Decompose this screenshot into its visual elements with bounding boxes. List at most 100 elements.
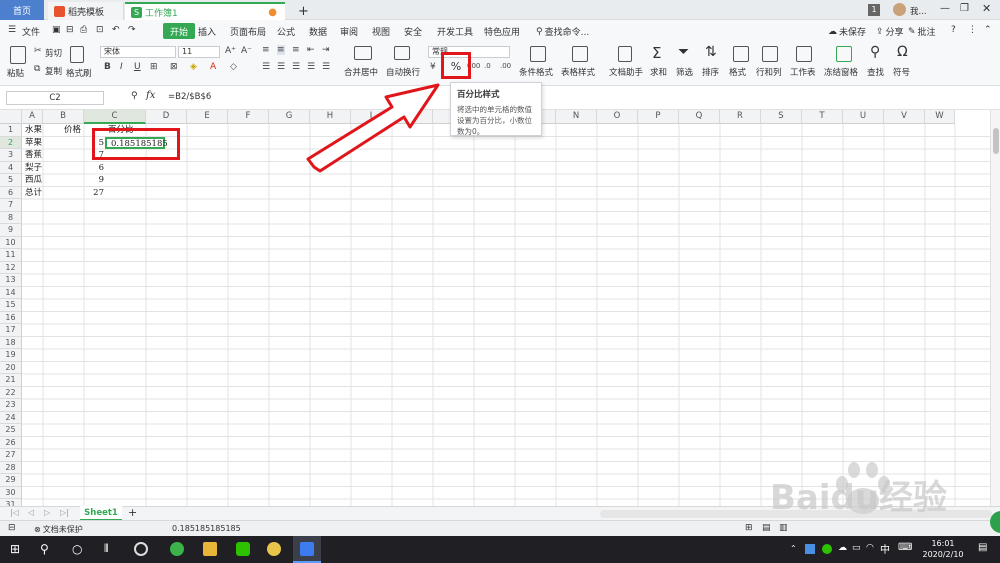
table-style-icon[interactable] [572,46,588,62]
cell-b4[interactable]: 6 [64,162,104,175]
row-header-8[interactable]: 8 [0,211,22,224]
align-center-icon[interactable]: ☰ [277,62,285,72]
save-icon[interactable]: ▣ [52,25,61,35]
find-icon[interactable]: ⚲ [870,44,880,60]
row-header-25[interactable]: 25 [0,424,22,437]
assistant-bubble-icon[interactable] [990,511,1000,533]
row-header-29[interactable]: 29 [0,474,22,487]
row-header-14[interactable]: 14 [0,286,22,299]
cell-a1[interactable]: 水果 [25,124,42,137]
freeze-panes-icon[interactable] [836,46,852,62]
row-header-30[interactable]: 30 [0,486,22,499]
row-col-button[interactable]: 行和列 [756,66,782,78]
row-col-icon[interactable] [762,46,778,62]
cell-b6[interactable]: 27 [64,187,104,200]
freeze-panes-button[interactable]: 冻结窗格 [824,66,858,78]
tray-cloud-icon[interactable]: ☁ [838,543,847,553]
increase-decimal-icon[interactable]: .0 [484,62,491,70]
tray-wechat-icon[interactable] [822,544,832,554]
table-style-button[interactable]: 表格样式 [561,66,595,78]
format-icon[interactable] [733,46,749,62]
cell-a6[interactable]: 总计 [25,187,42,200]
taskbar-browser-icon[interactable] [170,542,184,556]
align-bottom-icon[interactable]: ≡ [292,45,300,55]
row-header-17[interactable]: 17 [0,324,22,337]
row-header-20[interactable]: 20 [0,361,22,374]
view-normal-icon[interactable]: ⊞ [745,523,753,533]
row-header-28[interactable]: 28 [0,461,22,474]
spreadsheet-grid[interactable]: ABCDEFGHIJKLMNOPQRSTUVW 1234567891011121… [0,110,990,506]
annotate-button[interactable]: ✎ 批注 [908,25,936,39]
filter-button[interactable]: 筛选 [676,66,693,78]
font-color-icon[interactable]: A [210,62,216,72]
sheet-tab-sheet1[interactable]: Sheet1 [80,506,122,521]
menu-security[interactable]: 安全 [404,25,422,38]
row-header-1[interactable]: 1 [0,124,22,137]
align-middle-icon[interactable]: ≡ [277,45,285,55]
taskbar-app-icon[interactable] [267,542,281,556]
distribute-icon[interactable]: ☰ [322,62,330,72]
taskbar-app-fan-icon[interactable] [134,542,148,556]
row-header-3[interactable]: 3 [0,149,22,162]
tab-home[interactable]: 首页 [0,0,44,20]
copy-button[interactable]: 复制 [45,65,62,77]
notification-icon[interactable]: ▤ [978,542,987,553]
format-button[interactable]: 格式 [729,66,746,78]
zoom-formula-icon[interactable]: ⚲ [131,91,138,101]
row-header-19[interactable]: 19 [0,349,22,362]
filter-icon[interactable]: ⏷ [678,44,689,60]
share-button[interactable]: ⇪ 分享 [876,25,904,39]
tab-workbook[interactable]: S 工作簿1 ● [125,2,285,20]
doc-helper-button[interactable]: 文档助手 [609,66,643,78]
new-tab-button[interactable]: + [292,2,315,20]
underline-icon[interactable]: U [134,62,141,72]
column-header-q[interactable]: Q [679,110,720,124]
vertical-scroll-thumb[interactable] [993,128,999,154]
indent-right-icon[interactable]: ⇥ [322,45,330,55]
tray-app-icon[interactable] [805,544,815,554]
column-header-o[interactable]: O [597,110,638,124]
cell-a3[interactable]: 香蕉 [25,149,42,162]
select-all-corner[interactable] [0,110,22,124]
row-header-4[interactable]: 4 [0,161,22,174]
cell-a5[interactable]: 西瓜 [25,174,42,187]
menu-hamburger-icon[interactable]: ☰ [8,25,16,35]
row-header-2[interactable]: 2 [0,136,22,149]
row-header-11[interactable]: 11 [0,249,22,262]
align-right-icon[interactable]: ☰ [292,62,300,72]
sheet-nav-first-icon[interactable]: |◁ [10,508,19,517]
column-header-a[interactable]: A [22,110,43,124]
font-grow-icon[interactable]: A⁺ [225,46,236,56]
menu-developer[interactable]: 开发工具 [437,25,473,38]
minimize-icon[interactable]: — [940,3,950,14]
sort-button[interactable]: 排序 [702,66,719,78]
add-sheet-button[interactable]: + [128,506,137,519]
tray-wifi-icon[interactable]: ◠ [866,543,874,553]
column-header-p[interactable]: P [638,110,679,124]
menu-insert[interactable]: 插入 [198,25,216,38]
row-header-5[interactable]: 5 [0,174,22,187]
sheet-nav-prev-icon[interactable]: ◁ [28,508,34,517]
taskbar-search-icon[interactable]: ⚲ [40,542,54,556]
help-icon[interactable]: ? [951,25,956,35]
justify-icon[interactable]: ☰ [307,62,315,72]
menu-formula[interactable]: 公式 [277,25,295,38]
row-header-16[interactable]: 16 [0,311,22,324]
collapse-ribbon-icon[interactable]: ⌃ [984,25,992,35]
view-page-icon[interactable]: ▤ [762,523,771,533]
menu-start[interactable]: 开始 [163,23,196,39]
tab-template[interactable]: 稻壳模板 [48,2,124,20]
doc-protect-status[interactable]: ⊗ 文档未保护 [34,524,83,535]
wrap-text-icon[interactable] [394,46,410,60]
menu-page-layout[interactable]: 页面布局 [230,25,266,38]
cut-button[interactable]: 剪切 [45,47,62,59]
column-header-f[interactable]: F [228,110,269,124]
taskbar-wechat-icon[interactable] [236,542,250,556]
symbol-button[interactable]: 符号 [893,66,910,78]
column-header-v[interactable]: V [884,110,925,124]
task-view-icon[interactable]: ○ [72,542,86,556]
worksheet-button[interactable]: 工作表 [790,66,816,78]
row-header-12[interactable]: 12 [0,261,22,274]
fx-button[interactable]: fx [146,90,155,101]
indent-left-icon[interactable]: ⇤ [307,45,315,55]
